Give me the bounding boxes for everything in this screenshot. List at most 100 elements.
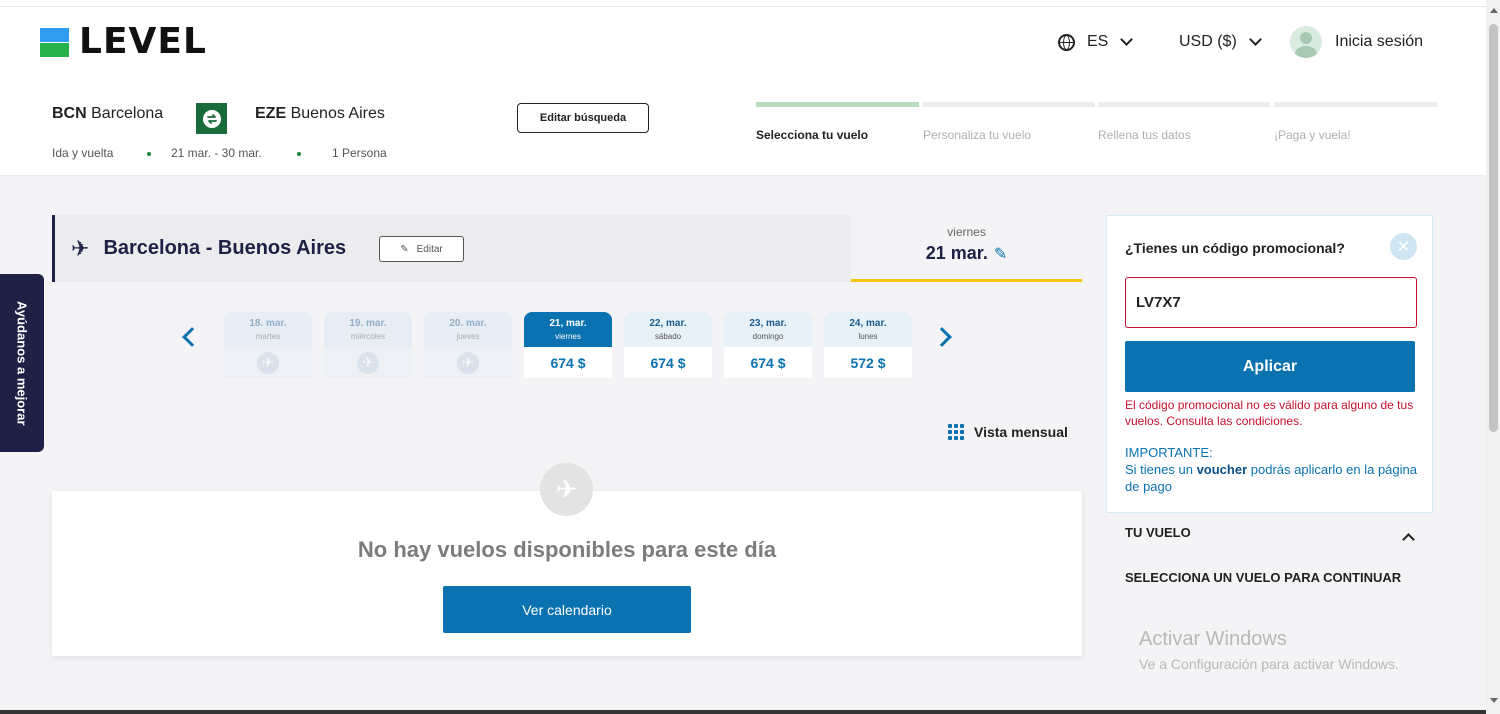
step-label: ¡Paga y vuela! bbox=[1274, 128, 1351, 142]
step-label: Personaliza tu vuelo bbox=[923, 128, 1032, 142]
trip-type: Ida y vuelta bbox=[52, 146, 114, 160]
view-calendar-button[interactable]: Ver calendario bbox=[443, 586, 691, 633]
day-date: 22, mar. bbox=[649, 318, 687, 329]
day-card-selected[interactable]: 21, mar. viernes 674 $ bbox=[524, 312, 612, 378]
taskbar-edge bbox=[0, 710, 1486, 714]
step-4: ¡Paga y vuela! bbox=[1274, 102, 1437, 142]
no-flights-message: No hay vuelos disponibles para este día bbox=[357, 537, 777, 562]
step-3: Rellena tus datos bbox=[1098, 102, 1270, 142]
day-card: 19. mar. miércoles ✈ bbox=[324, 312, 412, 378]
origin: BCN Barcelona bbox=[52, 105, 163, 123]
close-icon[interactable]: ✕ bbox=[1390, 233, 1417, 260]
destination-city: Buenos Aires bbox=[290, 105, 385, 122]
chevron-up-icon[interactable] bbox=[1402, 533, 1415, 546]
important-text-pre: Si tienes un bbox=[1125, 462, 1193, 477]
airplane-icon: ✈ bbox=[71, 235, 90, 261]
no-flight-plane-icon: ✈ bbox=[357, 351, 379, 374]
day-card: 18. mar. martes ✈ bbox=[224, 312, 312, 378]
day-card[interactable]: 22, mar. sábado 674 $ bbox=[624, 312, 712, 378]
separator-dot bbox=[147, 152, 151, 156]
pencil-icon: ✎ bbox=[400, 243, 409, 255]
promo-code-input[interactable] bbox=[1125, 277, 1417, 328]
selected-date[interactable]: viernes 21 mar. ✎ bbox=[851, 215, 1082, 282]
level-logo[interactable]: LEVEL bbox=[40, 21, 207, 62]
step-label: Selecciona tu vuelo bbox=[756, 128, 869, 142]
day-price: 572 $ bbox=[824, 347, 912, 378]
day-weekday: miércoles bbox=[350, 332, 386, 341]
day-weekday: domingo bbox=[752, 332, 784, 341]
day-weekday: martes bbox=[255, 332, 281, 341]
step-progress-bar bbox=[1098, 102, 1270, 107]
day-date: 18. mar. bbox=[249, 318, 287, 329]
day-date: 23, mar. bbox=[749, 318, 787, 329]
step-2: Personaliza tu vuelo bbox=[923, 102, 1095, 142]
currency-selector[interactable]: USD ($) bbox=[1179, 26, 1262, 58]
day-weekday: lunes bbox=[858, 332, 878, 341]
carousel-next-arrow-icon[interactable] bbox=[932, 327, 952, 347]
promo-code-panel: ¿Tienes un código promocional? ✕ Aplicar… bbox=[1106, 215, 1433, 513]
day-weekday: jueves bbox=[456, 332, 480, 341]
selected-date-value: 21 mar. ✎ bbox=[926, 243, 1007, 264]
apply-promo-button[interactable]: Aplicar bbox=[1125, 341, 1415, 392]
monthly-view-label: Vista mensual bbox=[974, 424, 1068, 440]
step-progress-bar bbox=[1274, 102, 1437, 107]
avatar bbox=[1290, 26, 1322, 58]
day-date: 19. mar. bbox=[349, 318, 387, 329]
scrollbar-thumb[interactable] bbox=[1489, 24, 1498, 432]
selected-date-text: 21 mar. bbox=[925, 243, 988, 263]
origin-city: Barcelona bbox=[91, 105, 164, 122]
day-card: 20. mar. jueves ✈ bbox=[424, 312, 512, 378]
day-weekday: viernes bbox=[555, 332, 581, 341]
trip-dates: 21 mar. - 30 mar. bbox=[171, 146, 262, 160]
scroll-up-arrow-icon[interactable] bbox=[1490, 8, 1498, 13]
edit-label: Editar bbox=[416, 243, 443, 255]
currency-label: USD ($) bbox=[1179, 33, 1237, 50]
promo-error-message: El código promocional no es válido para … bbox=[1125, 398, 1414, 428]
flight-header: ✈ Barcelona - Buenos Aires ✎ Editar bbox=[52, 215, 851, 282]
pencil-icon: ✎ bbox=[993, 245, 1008, 263]
no-flight-plane-icon: ✈ bbox=[257, 351, 279, 374]
header-top-divider bbox=[0, 6, 1486, 7]
origin-code: BCN bbox=[52, 105, 87, 122]
carousel-prev-arrow-icon[interactable] bbox=[182, 327, 202, 347]
day-price: 674 $ bbox=[624, 347, 712, 378]
separator-dot bbox=[297, 152, 301, 156]
passenger-count: 1 Persona bbox=[332, 146, 387, 160]
day-weekday: sábado bbox=[654, 332, 682, 341]
day-price: 674 $ bbox=[724, 347, 812, 378]
day-card[interactable]: 24, mar. lunes 572 $ bbox=[824, 312, 912, 378]
day-date: 24, mar. bbox=[849, 318, 887, 329]
login-label: Inicia sesión bbox=[1335, 33, 1424, 50]
selected-weekday: viernes bbox=[947, 225, 986, 239]
feedback-tab[interactable]: Ayúdanos a mejorar bbox=[0, 274, 44, 452]
scroll-down-arrow-icon[interactable] bbox=[1490, 698, 1498, 703]
edit-search-button[interactable]: Editar búsqueda bbox=[517, 103, 649, 133]
globe-icon bbox=[1058, 33, 1075, 51]
airplane-icon: ✈ bbox=[540, 463, 593, 516]
level-logo-icon bbox=[40, 27, 69, 57]
important-label: IMPORTANTE: bbox=[1125, 445, 1213, 460]
step-label: Rellena tus datos bbox=[1098, 128, 1191, 142]
step-progress-bar bbox=[923, 102, 1095, 107]
promo-important-note: IMPORTANTE: Si tienes un voucher podrás … bbox=[1125, 444, 1423, 495]
login-button[interactable]: Inicia sesión bbox=[1290, 26, 1423, 58]
no-flight-plane-icon: ✈ bbox=[457, 351, 479, 374]
windows-activation-title: Activar Windows bbox=[1139, 628, 1287, 650]
day-card[interactable]: 23, mar. domingo 674 $ bbox=[724, 312, 812, 378]
step-1: Selecciona tu vuelo bbox=[756, 102, 919, 142]
monthly-view-button[interactable]: Vista mensual bbox=[948, 424, 1068, 440]
grid-icon bbox=[948, 424, 964, 440]
language-selector[interactable]: ES bbox=[1058, 26, 1134, 58]
voucher-text: voucher bbox=[1196, 462, 1248, 477]
chevron-down-icon bbox=[1120, 32, 1134, 46]
windows-activation-subtitle: Ve a Configuración para activar Windows. bbox=[1139, 656, 1399, 672]
destination: EZE Buenos Aires bbox=[255, 105, 385, 123]
day-price: 674 $ bbox=[524, 347, 612, 378]
route-swap-icon bbox=[196, 103, 227, 134]
step-progress-bar bbox=[756, 102, 919, 107]
edit-flight-button[interactable]: ✎ Editar bbox=[379, 236, 464, 262]
select-flight-message: SELECCIONA UN VUELO PARA CONTINUAR bbox=[1125, 570, 1402, 585]
destination-code: EZE bbox=[255, 105, 287, 122]
promo-title: ¿Tienes un código promocional? bbox=[1125, 240, 1345, 256]
logo-text: LEVEL bbox=[79, 21, 207, 62]
